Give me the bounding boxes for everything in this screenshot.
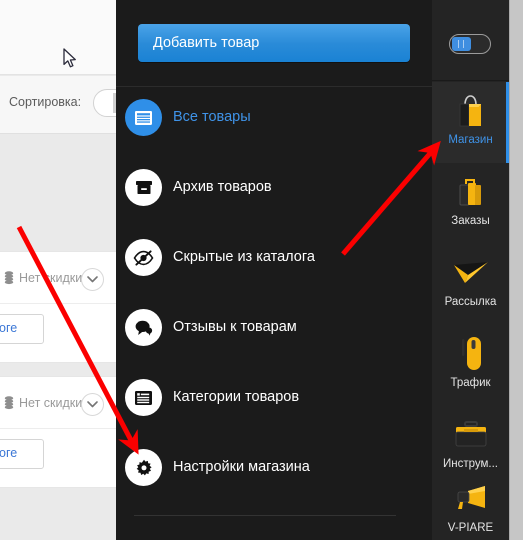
megaphone-icon	[432, 479, 509, 519]
menu-item-label: Категории товаров	[173, 389, 300, 405]
sidebar-toggle-switch[interactable]	[449, 34, 491, 54]
menu-item-shop-settings[interactable]: Настройки магазина	[116, 437, 432, 507]
menu-item-label: Настройки магазина	[173, 459, 310, 475]
discount-row[interactable]: Нет скидки	[0, 252, 116, 304]
rail-item-v-piare[interactable]: V-PIARE	[432, 470, 509, 540]
rail-item-shop[interactable]: Магазин	[432, 82, 509, 163]
eye-slash-icon	[125, 239, 162, 276]
menu-item-hidden-from-catalog[interactable]: Скрытые из каталога	[116, 227, 432, 297]
rail-item-label: Трафик	[450, 377, 491, 389]
paper-plane-icon	[432, 253, 509, 293]
mouse-icon	[432, 334, 509, 374]
chevron-down-icon[interactable]	[81, 268, 104, 291]
sort-label: Сортировка:	[9, 95, 82, 109]
rail-item-traffic[interactable]: Трафик	[432, 325, 509, 406]
rail-item-orders[interactable]: Заказы	[432, 163, 509, 244]
menu-item-label: Архив товаров	[173, 179, 272, 195]
rail-item-label: V-PIARE	[447, 522, 494, 534]
shop-flyout-menu: Добавить товар Все товары Архив товаров …	[116, 0, 432, 540]
right-icon-rail: Магазин Заказы Рассылка Трафик Инструм..…	[432, 0, 509, 540]
catalog-link-button[interactable]: оге	[0, 439, 44, 469]
sort-bar: Сортировка:	[0, 76, 133, 134]
menu-item-archive[interactable]: Архив товаров	[116, 157, 432, 227]
menu-item-label: Отзывы к товарам	[173, 319, 297, 335]
coins-icon	[2, 395, 16, 411]
menu-item-all-products[interactable]: Все товары	[116, 87, 432, 157]
toggle-knob	[452, 37, 471, 51]
flyout-menu-list: Все товары Архив товаров Скрытые из ката…	[116, 87, 432, 507]
discount-row[interactable]: Нет скидки	[0, 377, 116, 429]
coins-icon	[2, 270, 16, 286]
menu-item-product-reviews[interactable]: Отзывы к товарам	[116, 297, 432, 367]
catalog-link-label: оге	[0, 446, 18, 460]
list-alt-icon	[125, 379, 162, 416]
flyout-header: Добавить товар	[116, 0, 432, 87]
briefcase-icon	[432, 172, 509, 212]
rail-item-label: Инструм...	[442, 458, 498, 470]
rail-item-label: Рассылка	[444, 296, 497, 308]
menu-item-product-categories[interactable]: Категории товаров	[116, 367, 432, 437]
catalog-link-button[interactable]: оге	[0, 314, 44, 344]
discount-text: Нет скидки	[19, 396, 83, 410]
menu-item-label: Скрытые из каталога	[173, 249, 315, 265]
page-topbar	[0, 0, 116, 75]
rail-item-mailing[interactable]: Рассылка	[432, 244, 509, 325]
catalog-link-label: оге	[0, 321, 18, 335]
page-scrollbar[interactable]	[509, 0, 523, 540]
gear-icon	[125, 449, 162, 486]
rail-toggle-cell	[432, 0, 509, 81]
comment-icon	[125, 309, 162, 346]
list-icon	[125, 99, 162, 136]
chevron-down-icon[interactable]	[81, 393, 104, 416]
screenshot-root: Сортировка: Нет скидки оге Нет скидки ог…	[0, 0, 523, 540]
discount-text: Нет скидки	[19, 271, 83, 285]
add-product-button[interactable]: Добавить товар	[138, 24, 410, 62]
underlying-page: Сортировка: Нет скидки оге Нет скидки ог…	[0, 0, 133, 540]
product-card: Нет скидки оге	[0, 251, 116, 363]
toolbox-icon	[432, 415, 509, 455]
menu-divider	[134, 515, 396, 516]
rail-item-label: Заказы	[451, 215, 490, 227]
shopping-bag-icon	[432, 91, 509, 131]
menu-item-label: Все товары	[173, 109, 251, 125]
archive-icon	[125, 169, 162, 206]
product-card: Нет скидки оге	[0, 376, 116, 488]
rail-item-label: Магазин	[448, 134, 493, 146]
